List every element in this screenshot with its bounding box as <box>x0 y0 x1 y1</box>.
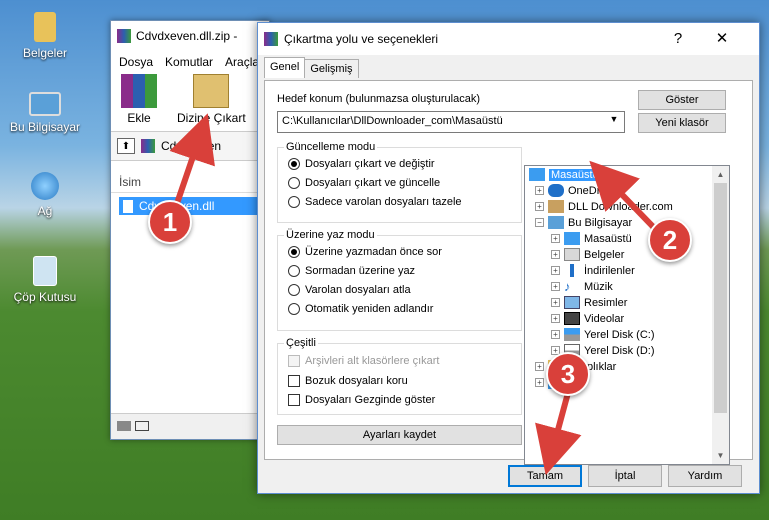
callout-3: 3 <box>546 352 590 396</box>
tab-general[interactable]: Genel <box>264 57 306 78</box>
callout-2: 2 <box>648 218 692 262</box>
annotation-arrows <box>169 113 665 476</box>
callout-1: 1 <box>148 200 192 244</box>
